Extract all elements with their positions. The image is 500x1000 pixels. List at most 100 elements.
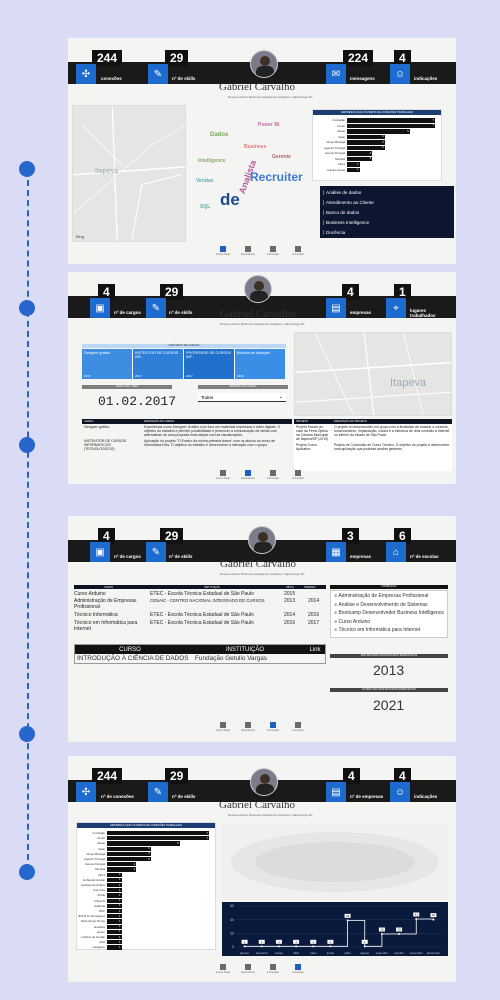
nav-education[interactable]: Formação	[265, 964, 281, 974]
position-timeline[interactable]: Designer gráfico 2017 INSTRUTOR DE CURSOS …	[82, 349, 286, 379]
table-row[interactable]: INSTRUTOR DE CURSOS INFORMÁTICOS (TECNOL…	[82, 438, 292, 452]
bar-row[interactable]: Ana Cura 1	[93, 888, 209, 893]
formation-item[interactable]: Análise e Desenvolvimento de Sistemas	[334, 602, 427, 608]
table-row[interactable]: INTRODUÇÃO À CIÊNCIA DE DADOS Fundação G…	[75, 654, 325, 663]
period-dropdown[interactable]: Todos ⌄	[198, 393, 286, 402]
timeline-dot-2[interactable]	[19, 300, 35, 316]
formation-list[interactable]: Administração de Empresas Profissional An…	[330, 590, 448, 638]
nav-connections[interactable]: Conexões	[290, 722, 306, 732]
column-header: INSTITUIÇÃO	[204, 585, 220, 589]
bar-row[interactable]: Grupo Mariaga 3	[326, 140, 435, 145]
bar-label: Mundial	[335, 156, 345, 161]
x-tick-label: março	[275, 951, 284, 955]
bar-row[interactable]: Auditoria 1	[94, 903, 209, 908]
nav-education[interactable]: Formação	[265, 246, 281, 256]
bar-row[interactable]: Execo 1	[97, 929, 209, 934]
bar-row[interactable]: Autotec Acqua 1	[327, 167, 435, 172]
profile-name: Gabriel Carvalho	[220, 558, 297, 570]
timeline-item-title: Bolsista de Iniciação	[237, 351, 270, 355]
bar-label: Africa	[337, 162, 345, 166]
bar-row[interactable]: Mundial 2	[95, 867, 209, 872]
bar-row[interactable]: Fundação 7	[93, 831, 209, 836]
bar-row[interactable]: BOLD for Developers 1	[78, 914, 209, 919]
page-navigation: Home Page Experiência Formação Conexões	[215, 964, 306, 974]
bar-row[interactable]: Jobs 1	[99, 940, 209, 945]
table-row[interactable]: Projeto Estudo de caso da Ferra Óptica n…	[294, 425, 452, 441]
timeline-dot-3[interactable]	[19, 437, 35, 453]
bar-row[interactable]: Senac 5	[337, 129, 435, 134]
profile-subtitle: Desenvolvedor Business Intelligence Anal…	[228, 813, 313, 817]
bar-row[interactable]: Africa 1	[98, 872, 209, 877]
timeline-dot-1[interactable]	[19, 161, 35, 177]
nav-connections[interactable]: Conexões	[290, 470, 306, 480]
people-icon	[295, 722, 301, 728]
kpi-value: 29	[165, 50, 189, 66]
bar-row[interactable]: Euclides 1	[94, 924, 209, 929]
bar-row[interactable]: Fundação 7	[333, 118, 435, 123]
nav-home[interactable]: Home Page	[215, 964, 231, 974]
bar-row[interactable]: Ancila 1	[97, 893, 209, 898]
formation-item[interactable]: Administração de Empresas Profissional	[334, 593, 428, 599]
bar-row[interactable]: Grupo 7	[337, 123, 435, 128]
timeline-dot-4[interactable]	[19, 726, 35, 742]
nav-experience[interactable]: Experiência	[240, 964, 256, 974]
bar-row[interactable]: Aureus Portugal 2	[325, 151, 435, 156]
data-label: 19	[380, 928, 384, 932]
timeline-item[interactable]: PROFESSOR DE CURSOS INF... 2017	[184, 349, 235, 379]
bar-row[interactable]: Grupo Mariaga 3	[86, 851, 209, 856]
bar-row[interactable]: Instituto de Gestão 1	[82, 935, 209, 940]
timeline-item[interactable]: Bolsista de Iniciação 2019	[235, 349, 286, 379]
timeline-item[interactable]: Designer gráfico 2017	[82, 349, 133, 379]
skill-item[interactable]: Business Intelligence	[326, 220, 369, 225]
table-row[interactable]: Projeto Curso Aplicativo Projeto de Conc…	[294, 443, 452, 451]
skills-list[interactable]: Análise de dados Atendimento ao Cliente Ba…	[320, 186, 454, 238]
location-map[interactable]: Itapeva	[294, 332, 452, 416]
bar-row[interactable]: Assaí 3	[338, 134, 435, 139]
timeline-item[interactable]: INSTRUTOR DE CURSOS INF... 2017	[133, 349, 184, 379]
bar-row[interactable]: Ambiental Jundiaí 1	[83, 877, 209, 882]
bar-row[interactable]: Assaí 3	[98, 846, 209, 851]
pen-icon: ✎	[146, 298, 166, 318]
bar-row[interactable]: BCF 1	[99, 909, 209, 914]
formation-item[interactable]: Curso Arduino	[334, 619, 370, 625]
last-year-title: ÚLTIMO ANO DOS ESTUDOS ESPECÍFICOS	[330, 688, 448, 692]
location-map[interactable]: Itapeva Bing	[72, 105, 186, 242]
bar-row[interactable]: Agee37 Portugal 3	[324, 145, 435, 150]
skill-item[interactable]: Análise de dados	[326, 190, 361, 195]
bar-row[interactable]: Agee37 Portugal 3	[84, 857, 209, 862]
formation-item[interactable]: Técnico em Informática para Internet	[334, 627, 420, 633]
bar: 7	[347, 118, 435, 123]
x-tick-label: agosto	[360, 951, 369, 955]
bar-row[interactable]: Africa 1	[338, 162, 435, 167]
bar-row[interactable]: Grupo 7	[97, 836, 209, 841]
kpi-value: 29	[165, 768, 189, 784]
bar-row[interactable]: Delta Group Promo 1	[81, 919, 209, 924]
bar-row[interactable]: Senac 5	[97, 841, 209, 846]
nav-education[interactable]: Formação	[265, 722, 281, 732]
bar-row[interactable]: Ambiga Informática 1	[81, 883, 209, 888]
nav-experience[interactable]: Experiência	[240, 470, 256, 480]
skill-item[interactable]: Atendimento ao Cliente	[326, 200, 374, 205]
nav-education[interactable]: Formação	[265, 470, 281, 480]
formation-item[interactable]: Bootcamp Desenvolvedor Business Intellig…	[334, 610, 444, 616]
skill-item[interactable]: Docência	[326, 230, 345, 235]
bar-row[interactable]: Instagram 1	[93, 945, 209, 950]
bar-row[interactable]: Mundial 2	[335, 156, 435, 161]
nav-connections[interactable]: Conexões	[290, 246, 306, 256]
nav-home[interactable]: Home Page	[215, 470, 231, 480]
skill-item[interactable]: Banco de dados	[326, 210, 359, 215]
bar-row[interactable]: Aureus Portugal 2	[85, 862, 209, 867]
page-navigation: Home Page Experiência Formação Conexões	[215, 246, 306, 256]
timeline-item-year: 2017	[135, 374, 142, 378]
nav-home[interactable]: Home Page	[215, 246, 231, 256]
nav-experience[interactable]: Experiência	[240, 246, 256, 256]
nav-connections[interactable]: Conexões	[290, 964, 306, 974]
nav-home[interactable]: Home Page	[215, 722, 231, 732]
kpi-value: 224	[343, 50, 374, 66]
timeline-dot-5[interactable]	[19, 864, 35, 880]
x-tick-label: julho	[343, 951, 351, 955]
table-row[interactable]: Designer gráfico Experiência como Design…	[82, 424, 292, 438]
nav-experience[interactable]: Experiência	[240, 722, 256, 732]
bar-value: 2	[369, 156, 372, 160]
bar-row[interactable]: Anhembi 1	[94, 898, 209, 903]
